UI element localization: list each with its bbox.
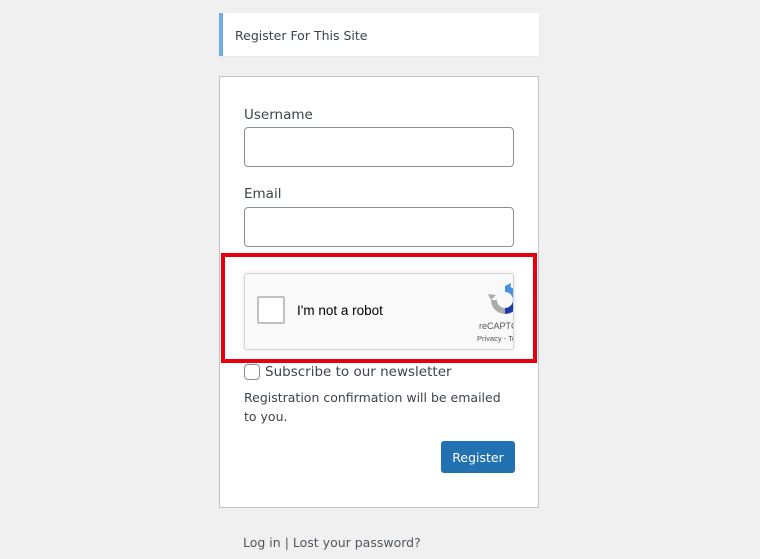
newsletter-checkbox[interactable]: [244, 364, 260, 380]
email-input[interactable]: [244, 207, 514, 247]
recaptcha-checkbox[interactable]: [257, 296, 285, 324]
register-message-text: Register For This Site: [235, 28, 368, 43]
username-label: Username: [244, 107, 313, 123]
register-message: Register For This Site: [219, 13, 539, 56]
confirmation-note: Registration confirmation will be emaile…: [244, 390, 501, 424]
lost-password-link[interactable]: Lost your password?: [293, 535, 421, 550]
recaptcha-terms[interactable]: Privacy - Terms: [477, 334, 513, 343]
recaptcha-brand: reCAPTCHA: [479, 321, 513, 331]
nav-separator: |: [284, 535, 289, 550]
register-form: Username Email I'm not a robot reCAPTCHA…: [219, 76, 539, 508]
recaptcha-label: I'm not a robot: [297, 303, 383, 318]
email-label: Email: [244, 186, 282, 202]
newsletter-label[interactable]: Subscribe to our newsletter: [265, 364, 452, 380]
register-button[interactable]: Register: [441, 441, 515, 473]
username-input[interactable]: [244, 127, 514, 167]
login-link[interactable]: Log in: [243, 535, 281, 550]
recaptcha-logo-icon: [488, 283, 513, 314]
recaptcha-widget: I'm not a robot reCAPTCHA Privacy - Term…: [244, 273, 514, 350]
footer-nav: Log in | Lost your password?: [243, 535, 421, 550]
